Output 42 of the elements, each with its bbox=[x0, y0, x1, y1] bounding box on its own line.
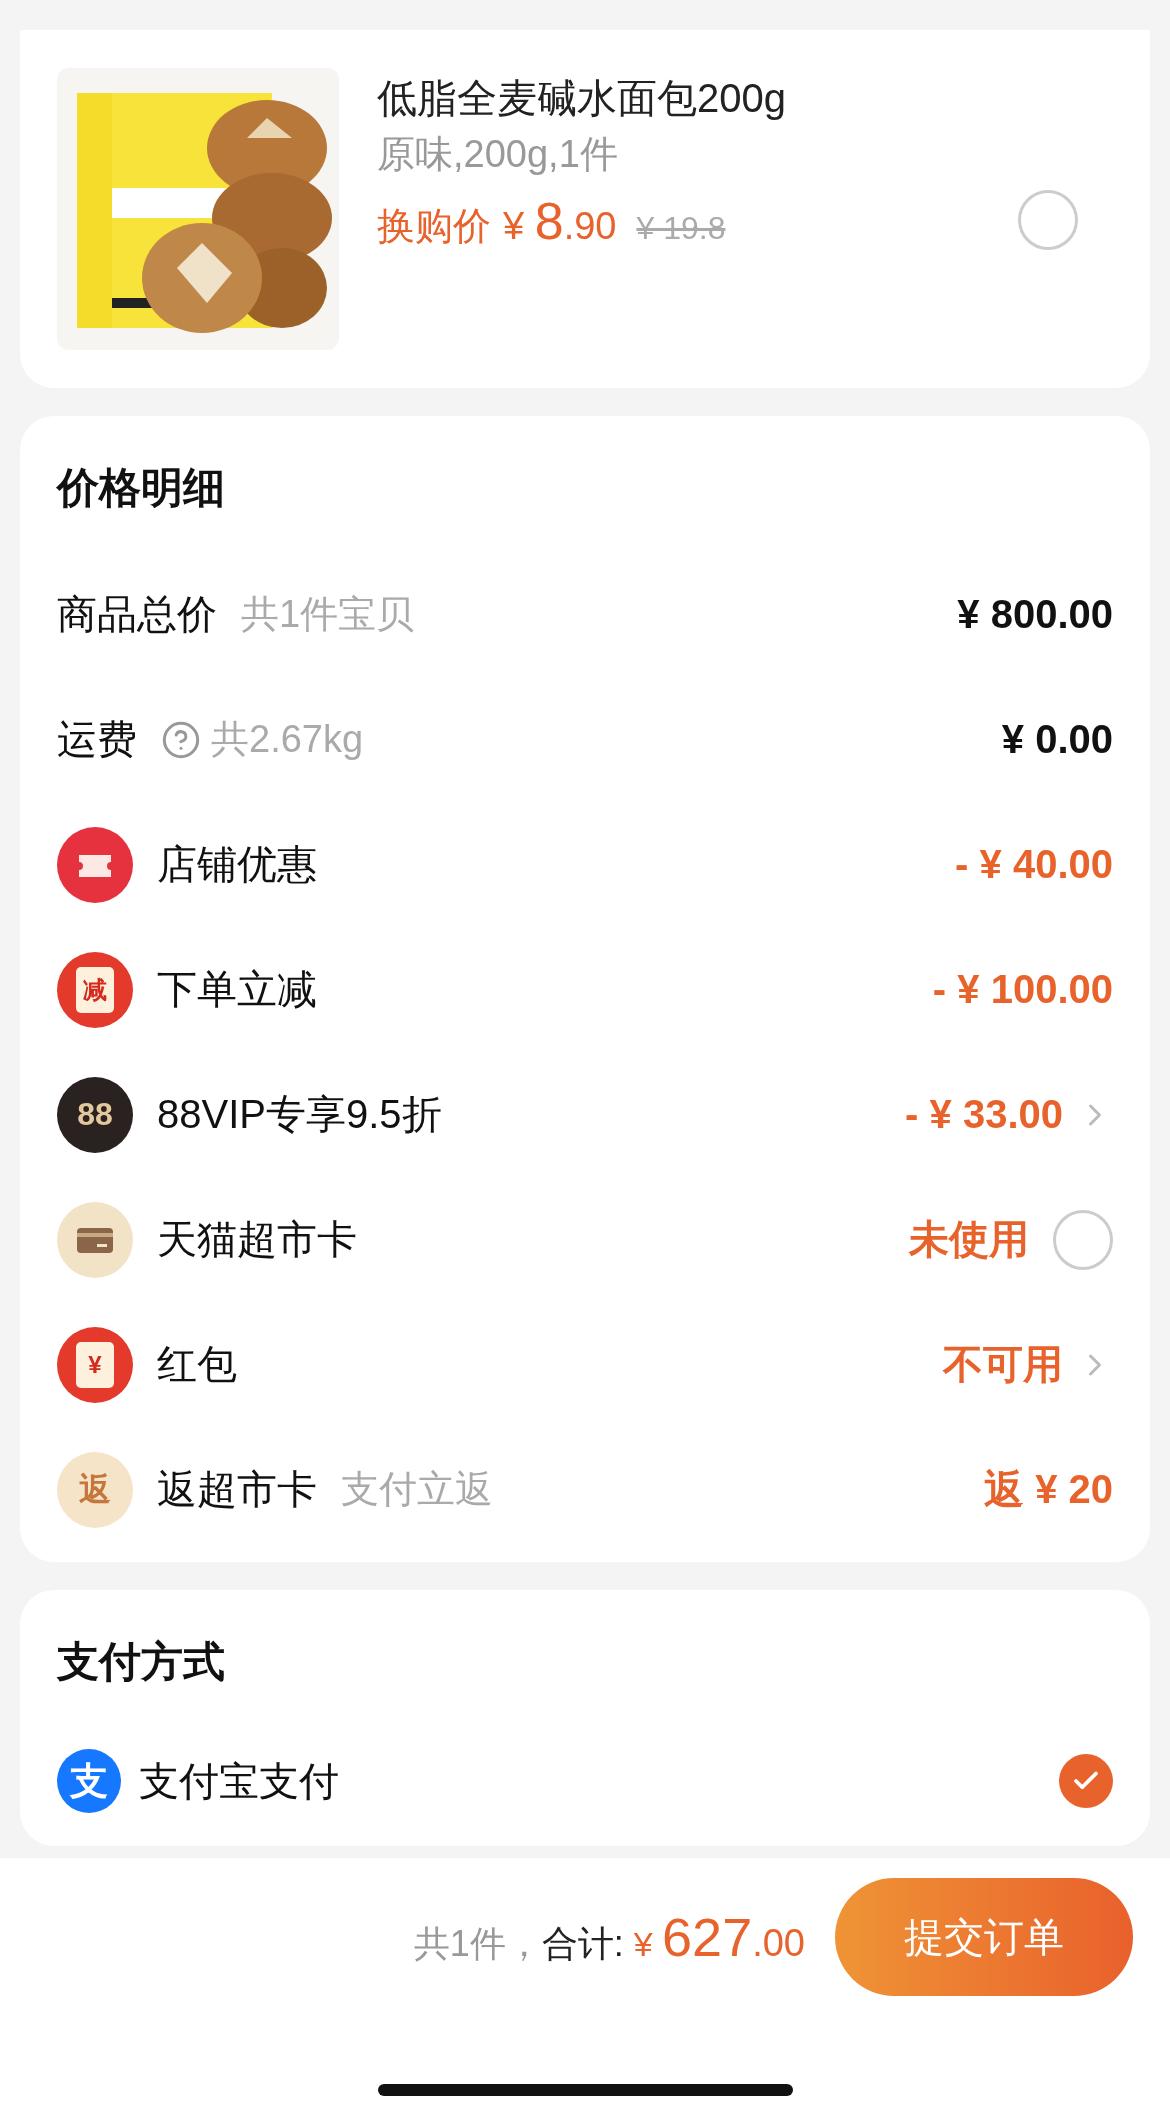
payment-label: 支付宝支付 bbox=[139, 1757, 339, 1805]
row-label: 返超市卡 bbox=[157, 1466, 317, 1513]
row-value: - ¥ 100.00 bbox=[932, 967, 1113, 1012]
row-label: 下单立减 bbox=[157, 966, 317, 1013]
row-value: ¥ 0.00 bbox=[1001, 717, 1113, 762]
price-label: 换购价 bbox=[377, 204, 491, 250]
row-value: 未使用 bbox=[909, 1216, 1029, 1263]
card-icon bbox=[57, 1201, 133, 1278]
select-radio[interactable] bbox=[1053, 1209, 1113, 1270]
section-title: 价格明细 bbox=[57, 463, 226, 513]
row-value: - ¥ 40.00 bbox=[955, 842, 1113, 887]
row-value: ¥ 800.00 bbox=[957, 592, 1113, 637]
envelope-icon: 减 bbox=[57, 951, 133, 1028]
rebate-badge-icon: 返 bbox=[57, 1451, 133, 1528]
row-label: 商品总价 bbox=[57, 591, 217, 638]
total-amount: ¥ 627.00 bbox=[633, 1905, 805, 1968]
help-icon[interactable] bbox=[161, 719, 201, 760]
row-value: 不可用 bbox=[943, 1341, 1063, 1388]
row-label: 天猫超市卡 bbox=[157, 1216, 357, 1263]
section-title: 支付方式 bbox=[57, 1637, 226, 1687]
row-value: 返 ¥ 20 bbox=[984, 1466, 1113, 1513]
ticket-icon bbox=[57, 826, 133, 903]
vip-badge-icon: 88 bbox=[57, 1076, 133, 1153]
row-note: 支付立返 bbox=[341, 1467, 493, 1512]
exchange-price: ¥ 8.90 bbox=[503, 191, 617, 252]
envelope-icon: ¥ bbox=[57, 1326, 133, 1403]
row-note: 共1件宝贝 bbox=[241, 592, 415, 637]
item-count: 共1件， bbox=[413, 1921, 542, 1966]
total-label: 合计: bbox=[541, 1921, 624, 1966]
row-label: 红包 bbox=[157, 1341, 237, 1388]
original-price: ¥ 19.8 bbox=[636, 210, 726, 248]
row-label: 店铺优惠 bbox=[157, 841, 317, 888]
row-note: 共2.67kg bbox=[211, 717, 364, 762]
alipay-logo-icon: 支 bbox=[57, 1749, 121, 1813]
row-value: - ¥ 33.00 bbox=[905, 1092, 1063, 1137]
check-radio[interactable] bbox=[1059, 1754, 1113, 1808]
select-radio[interactable] bbox=[1018, 190, 1078, 250]
submit-order-button[interactable]: 提交订单 bbox=[835, 1878, 1133, 1996]
row-label: 运费 bbox=[57, 716, 137, 763]
row-label: 88VIP专享9.5折 bbox=[157, 1091, 442, 1138]
product-spec: 原味,200g,1件 bbox=[377, 132, 619, 177]
product-title: 低脂全麦碱水面包200g bbox=[377, 75, 787, 122]
